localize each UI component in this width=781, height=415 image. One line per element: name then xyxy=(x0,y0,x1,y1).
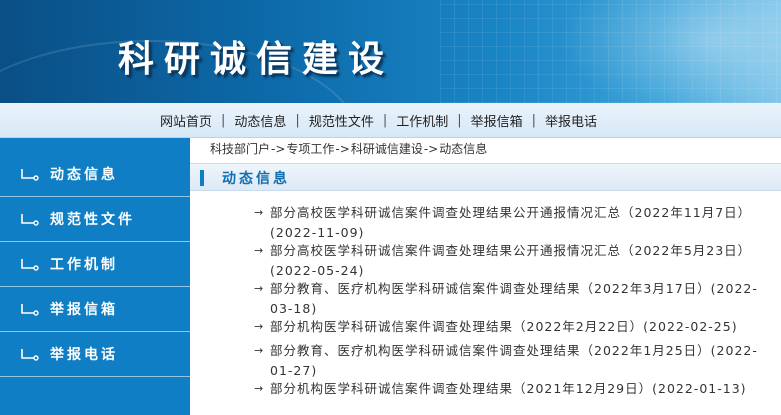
arrow-right-icon: → xyxy=(254,244,265,257)
news-date: (2022-02-25) xyxy=(643,319,738,334)
news-title[interactable]: 部分机构医学科研诚信案件调查处理结果（2022年2月22日） xyxy=(270,319,643,334)
breadcrumb-news[interactable]: 动态信息 xyxy=(439,142,487,156)
breadcrumb-separator: -> xyxy=(271,142,286,156)
hook-arrow-icon xyxy=(20,347,40,361)
news-title[interactable]: 部分教育、医疗机构医学科研诚信案件调查处理结果（2022年3月17日） xyxy=(270,281,711,296)
list-item[interactable]: → 部分教育、医疗机构医学科研诚信案件调查处理结果（2022年3月17日）(20… xyxy=(254,279,774,319)
news-title[interactable]: 部分机构医学科研诚信案件调查处理结果（2021年12月29日） xyxy=(270,381,652,396)
nav-news[interactable]: 动态信息 xyxy=(234,111,286,130)
nav-separator: | xyxy=(221,112,226,128)
sidebar-item-label: 举报信箱 xyxy=(50,302,118,318)
hook-arrow-icon xyxy=(20,212,40,226)
news-date: (2022-11-09) xyxy=(270,225,365,240)
header-banner: 科研诚信建设 xyxy=(0,0,781,103)
sidebar: 动态信息 规范性文件 工作机制 举报信箱 举报电话 xyxy=(0,138,190,415)
section-header: 动态信息 xyxy=(190,163,781,191)
section-title: 动态信息 xyxy=(222,171,290,187)
arrow-right-icon: → xyxy=(254,320,265,333)
nav-home[interactable]: 网站首页 xyxy=(160,111,212,130)
nav-separator: | xyxy=(457,112,462,128)
site-title: 科研诚信建设 xyxy=(118,39,395,80)
hook-arrow-icon xyxy=(20,302,40,316)
hook-arrow-icon xyxy=(20,167,40,181)
breadcrumb-separator: -> xyxy=(335,142,350,156)
sidebar-item-report-mailbox[interactable]: 举报信箱 xyxy=(0,287,190,332)
news-date: (2022-01-13) xyxy=(652,381,747,396)
breadcrumb-special-work[interactable]: 专项工作 xyxy=(286,142,334,156)
sidebar-item-mechanism[interactable]: 工作机制 xyxy=(0,242,190,287)
breadcrumb-integrity[interactable]: 科研诚信建设 xyxy=(351,142,423,156)
sidebar-item-label: 动态信息 xyxy=(50,167,118,183)
arrow-right-icon: → xyxy=(254,344,265,357)
list-item[interactable]: → 部分高校医学科研诚信案件调查处理结果公开通报情况汇总（2022年11月7日）… xyxy=(254,203,774,243)
list-item[interactable]: → 部分教育、医疗机构医学科研诚信案件调查处理结果（2022年1月25日）(20… xyxy=(254,341,774,381)
sidebar-item-report-phone[interactable]: 举报电话 xyxy=(0,332,190,377)
list-item[interactable]: → 部分机构医学科研诚信案件调查处理结果（2021年12月29日）(2022-0… xyxy=(254,379,774,399)
banner-glow-decoration xyxy=(560,0,781,103)
hook-arrow-icon xyxy=(20,257,40,271)
sidebar-item-news[interactable]: 动态信息 xyxy=(0,152,190,197)
arrow-right-icon: → xyxy=(254,206,265,219)
top-navigation: 网站首页 | 动态信息 | 规范性文件 | 工作机制 | 举报信箱 | 举报电话 xyxy=(0,103,781,138)
breadcrumb-portal[interactable]: 科技部门户 xyxy=(210,142,270,156)
nav-report-mailbox[interactable]: 举报信箱 xyxy=(471,111,523,130)
nav-regulations[interactable]: 规范性文件 xyxy=(309,111,374,130)
sidebar-item-regulations[interactable]: 规范性文件 xyxy=(0,197,190,242)
arrow-right-icon: → xyxy=(254,282,265,295)
list-item[interactable]: → 部分机构医学科研诚信案件调查处理结果（2022年2月22日）(2022-02… xyxy=(254,317,774,337)
news-date: (2022-05-24) xyxy=(270,263,365,278)
nav-report-phone[interactable]: 举报电话 xyxy=(545,111,597,130)
breadcrumb-separator: -> xyxy=(423,142,439,156)
nav-separator: | xyxy=(531,112,537,128)
nav-separator: | xyxy=(382,112,388,128)
breadcrumb: 科技部门户->专项工作->科研诚信建设->动态信息 xyxy=(210,140,487,157)
section-marker xyxy=(200,170,204,186)
sidebar-item-label: 举报电话 xyxy=(50,347,118,363)
sidebar-item-label: 工作机制 xyxy=(50,257,118,273)
nav-separator: | xyxy=(295,112,300,128)
sidebar-item-label: 规范性文件 xyxy=(50,212,135,228)
arrow-right-icon: → xyxy=(254,382,265,395)
news-title[interactable]: 部分高校医学科研诚信案件调查处理结果公开通报情况汇总（2022年5月23日） xyxy=(270,243,751,258)
news-title[interactable]: 部分教育、医疗机构医学科研诚信案件调查处理结果（2022年1月25日） xyxy=(270,343,711,358)
news-list: → 部分高校医学科研诚信案件调查处理结果公开通报情况汇总（2022年11月7日）… xyxy=(254,203,774,397)
list-item[interactable]: → 部分高校医学科研诚信案件调查处理结果公开通报情况汇总（2022年5月23日）… xyxy=(254,241,774,281)
news-title[interactable]: 部分高校医学科研诚信案件调查处理结果公开通报情况汇总（2022年11月7日） xyxy=(270,205,751,220)
nav-mechanism[interactable]: 工作机制 xyxy=(396,111,448,130)
